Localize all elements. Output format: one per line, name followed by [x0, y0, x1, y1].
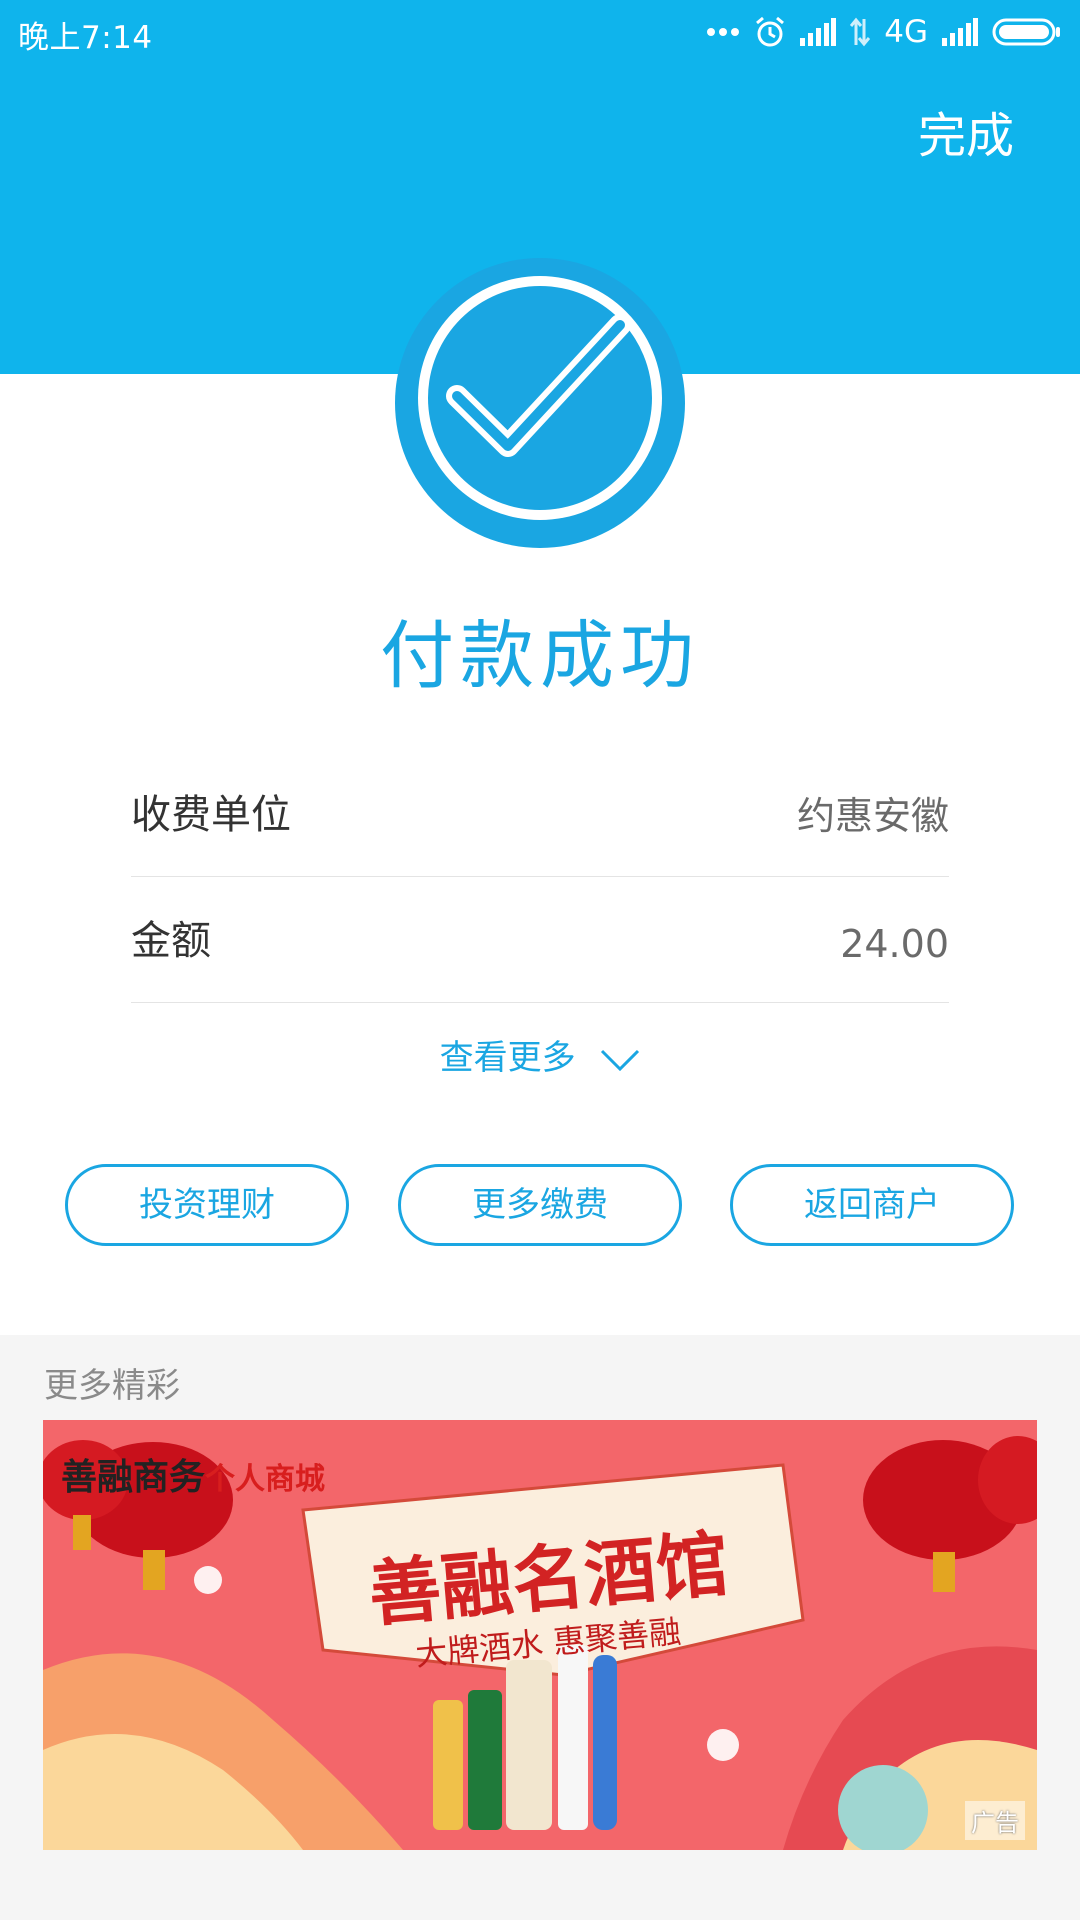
battery-icon: [992, 18, 1060, 46]
status-icons: 4G: [706, 10, 1062, 54]
view-more-button[interactable]: 查看更多: [0, 1030, 1080, 1079]
more-payments-button[interactable]: 更多缴费: [398, 1164, 682, 1246]
detail-value: 约惠安徽: [796, 794, 949, 838]
detail-label: 金额: [131, 918, 211, 964]
payment-success-title: 付款成功: [380, 613, 700, 699]
banner-brand: 善融商务个人商城: [61, 1448, 325, 1500]
signal-icon: [942, 18, 978, 46]
promo-banner[interactable]: 善融商务个人商城 善融名酒馆 大牌酒水 惠聚善融 广告: [43, 1420, 1037, 1850]
promo-section-title: 更多精彩: [44, 1366, 180, 1406]
banner-brand-sub: 个人商城: [205, 1462, 326, 1497]
view-more-label: 查看更多: [439, 1038, 576, 1078]
status-time: 晚上7:14: [18, 20, 153, 56]
detail-row-amount: 金额 24.00: [131, 876, 949, 1003]
detail-label: 收费单位: [131, 792, 291, 838]
banner-brand-name: 善融商务: [61, 1456, 206, 1498]
return-merchant-button[interactable]: 返回商户: [730, 1164, 1014, 1246]
invest-button[interactable]: 投资理财: [65, 1164, 349, 1246]
detail-value: 24.00: [840, 922, 949, 966]
status-bar: 晚上7:14 4G: [0, 0, 1080, 64]
more-dots-icon: [707, 28, 740, 36]
chevron-down-icon: [601, 1049, 640, 1071]
data-transfer-icon: [850, 17, 871, 47]
network-label: 4G: [884, 14, 928, 50]
signal-icon: [800, 18, 837, 46]
ad-badge: 广告: [965, 1801, 1025, 1840]
alarm-icon: [756, 16, 785, 47]
detail-row-merchant: 收费单位 约惠安徽: [131, 750, 949, 877]
done-button[interactable]: 完成: [918, 96, 1014, 166]
check-circle-icon: [395, 258, 685, 548]
